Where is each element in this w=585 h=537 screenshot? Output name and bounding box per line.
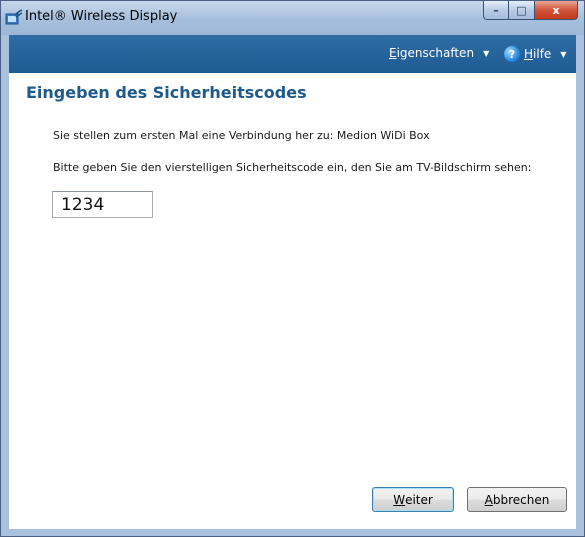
help-icon: ? (504, 46, 520, 62)
properties-label: Eigenschaften (389, 46, 475, 60)
instruction-text: Bitte geben Sie den vierstelligen Sicher… (53, 161, 532, 174)
page-title: Eingeben des Sicherheitscodes (26, 83, 307, 102)
maximize-button[interactable]: □ (509, 1, 535, 20)
title-bar[interactable]: Intel® Wireless Display – □ x (1, 1, 584, 35)
cancel-button[interactable]: Abbrechen (467, 487, 567, 512)
next-button[interactable]: Weiter (372, 487, 454, 512)
window-title: Intel® Wireless Display (25, 9, 178, 24)
minimize-button[interactable]: – (483, 1, 509, 20)
chevron-down-icon: ▼ (560, 49, 567, 59)
help-label: Hilfe (524, 47, 552, 61)
toolbar: Eigenschaften ▼ ? Hilfe ▼ (9, 35, 576, 74)
wireless-display-icon (5, 9, 23, 25)
window-controls: – □ x (483, 1, 578, 21)
connection-text: Sie stellen zum ersten Mal eine Verbindu… (53, 129, 430, 142)
properties-menu[interactable]: Eigenschaften ▼ (389, 46, 489, 60)
security-code-input[interactable] (52, 191, 153, 218)
app-window: Intel® Wireless Display – □ x Eigenschaf… (0, 0, 585, 537)
help-menu[interactable]: ? Hilfe ▼ (504, 46, 566, 62)
chevron-down-icon: ▼ (483, 48, 490, 58)
content-pane: Eingeben des Sicherheitscodes Sie stelle… (9, 73, 576, 529)
close-button[interactable]: x (535, 1, 578, 20)
